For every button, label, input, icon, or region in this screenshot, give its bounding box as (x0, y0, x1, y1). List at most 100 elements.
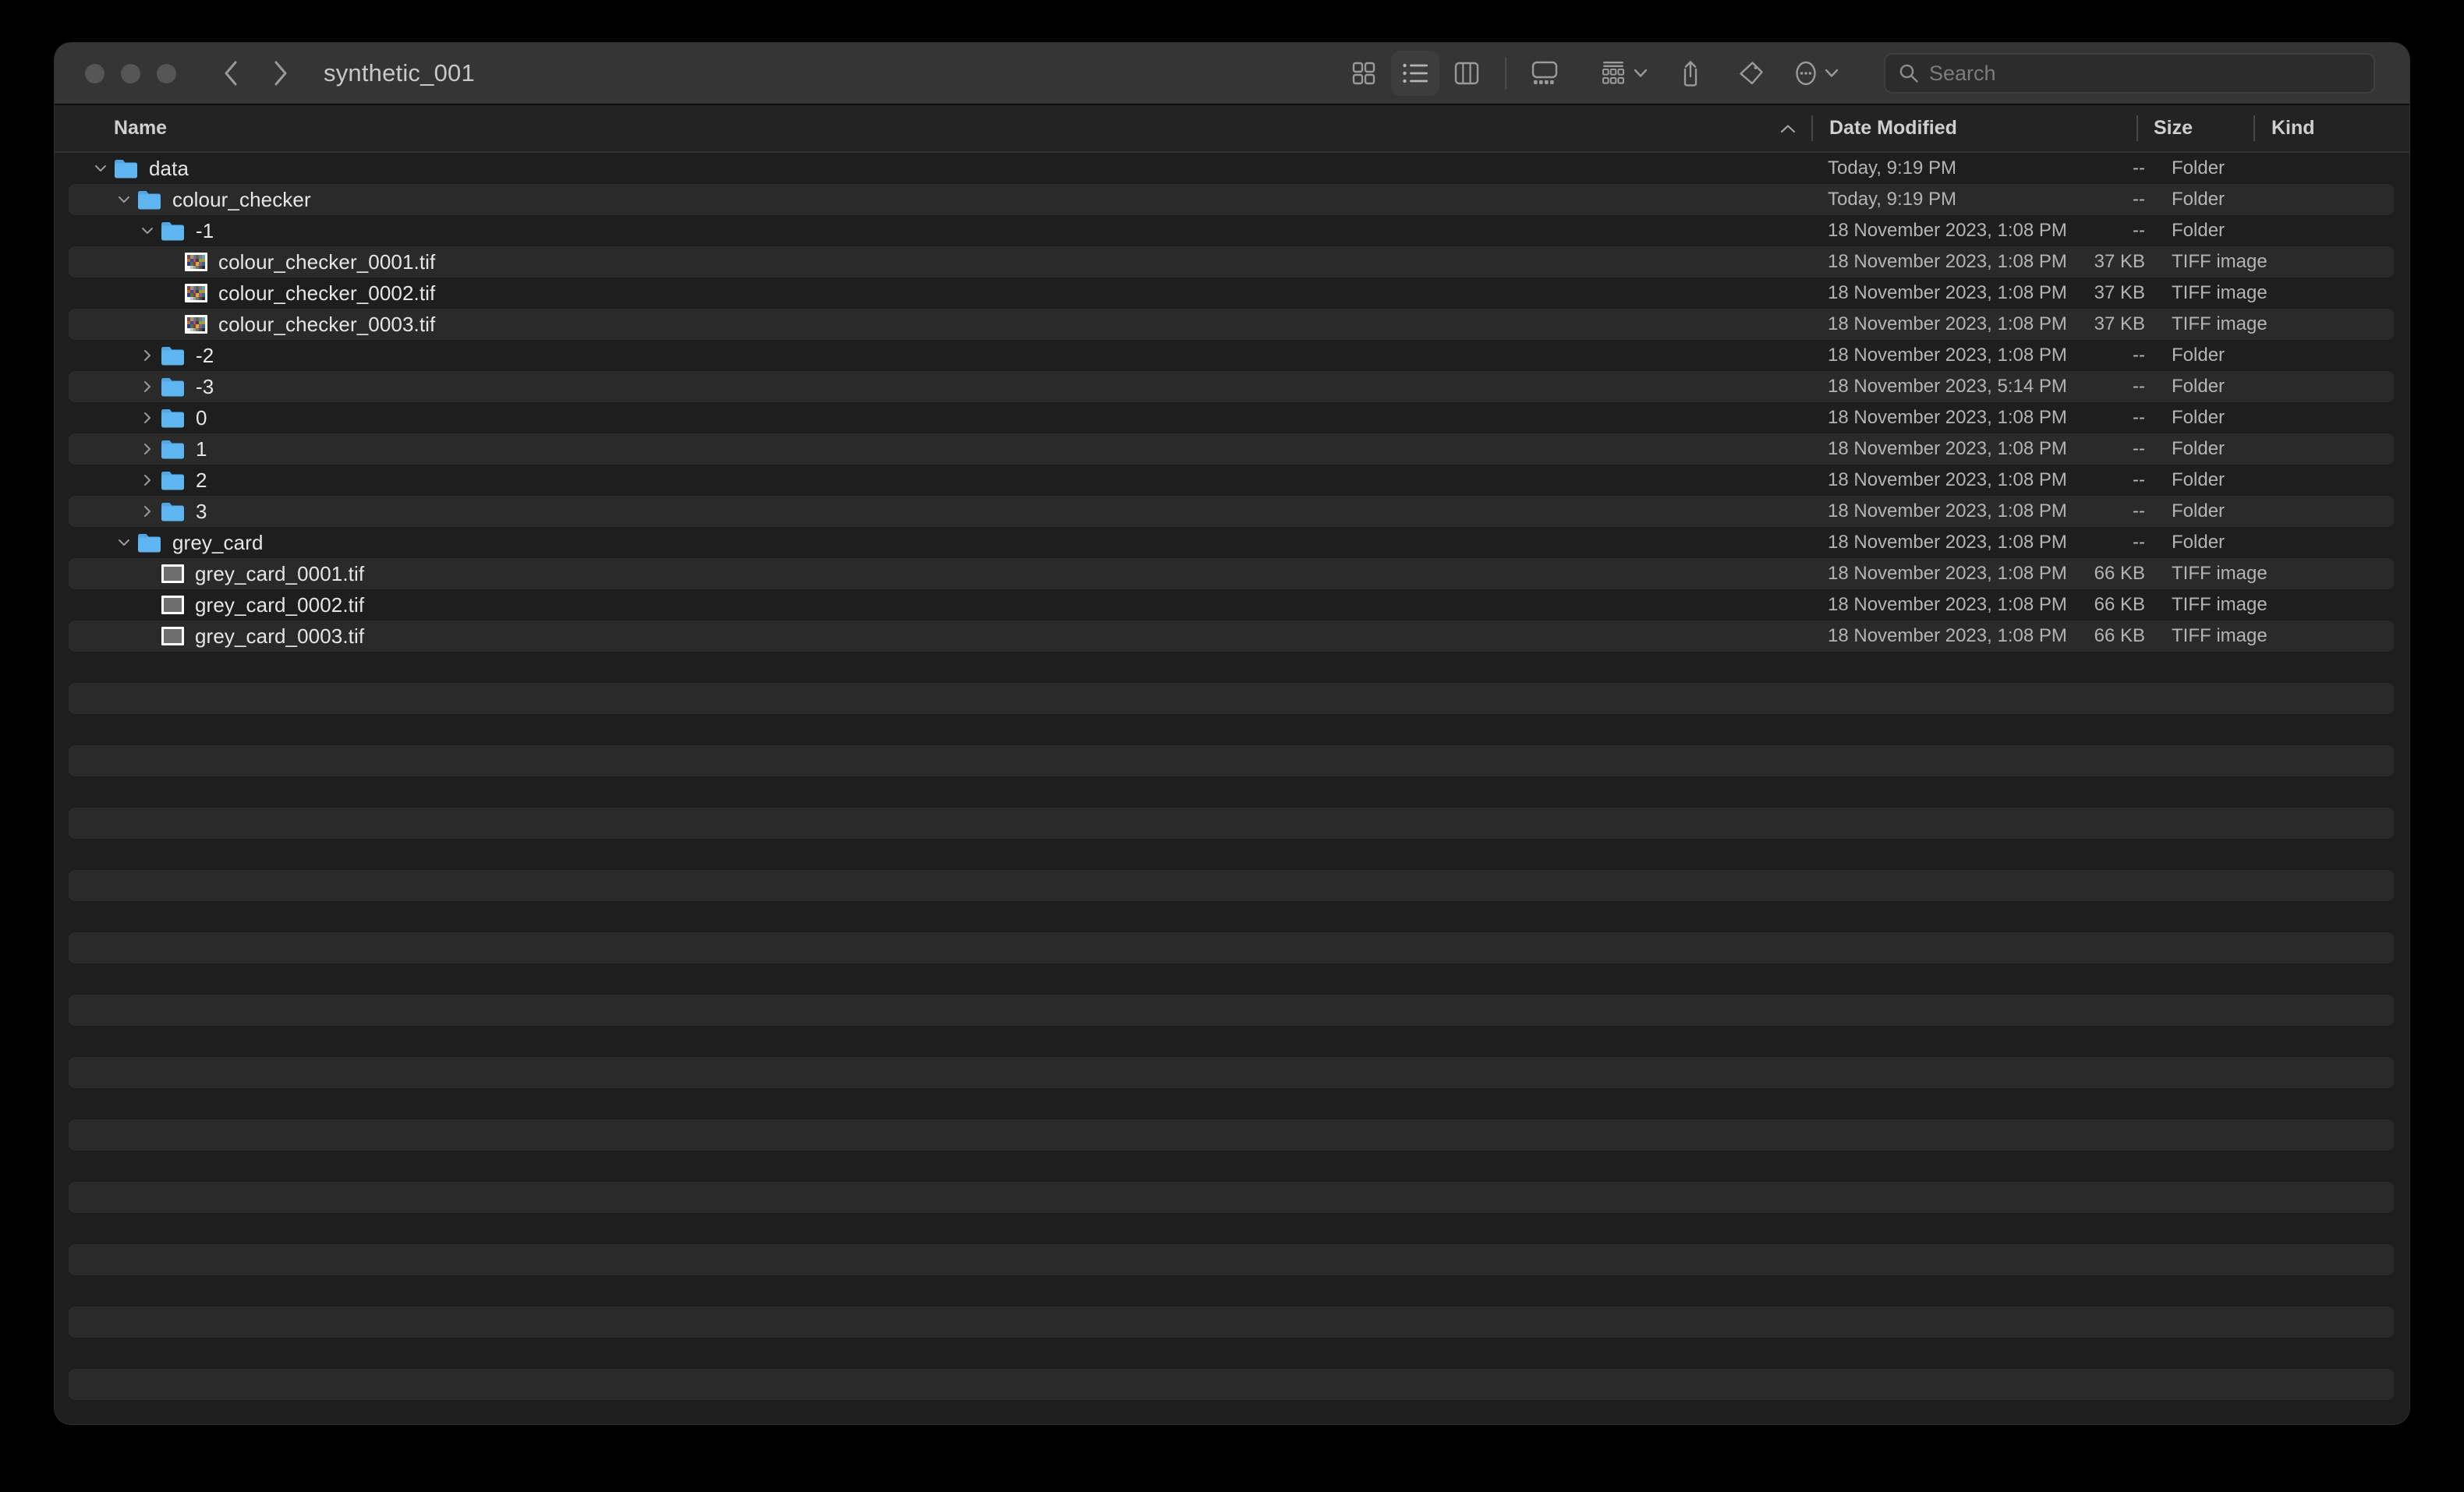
empty-row[interactable] (69, 932, 2394, 963)
file-name-cell[interactable]: data (90, 153, 189, 184)
file-row[interactable]: colour_checkerToday, 9:19 PM--Folder (69, 184, 2394, 215)
file-name-cell[interactable]: colour_checker (114, 184, 311, 215)
empty-row[interactable] (69, 1182, 2394, 1213)
empty-row[interactable] (69, 1151, 2394, 1182)
more-actions-button[interactable] (1788, 51, 1845, 96)
empty-row[interactable] (69, 808, 2394, 839)
empty-row[interactable] (69, 1306, 2394, 1338)
column-header-name[interactable]: Name (114, 105, 167, 151)
file-name-cell[interactable]: colour_checker_0001.tif (161, 246, 435, 278)
empty-row[interactable] (69, 1400, 2394, 1424)
file-row[interactable]: 218 November 2023, 1:08 PM--Folder (69, 465, 2394, 496)
file-row[interactable]: colour_checker_0003.tif18 November 2023,… (69, 309, 2394, 340)
share-icon (1680, 60, 1701, 87)
disclosure-chevron-down-icon[interactable] (114, 527, 134, 558)
file-name-cell[interactable]: 2 (137, 465, 207, 496)
empty-row[interactable] (69, 901, 2394, 932)
empty-row[interactable] (69, 1057, 2394, 1088)
empty-row[interactable] (69, 1026, 2394, 1057)
file-name-cell[interactable]: 1 (137, 433, 207, 465)
disclosure-chevron-right-icon[interactable] (137, 465, 158, 496)
disclosure-chevron-down-icon[interactable] (114, 184, 134, 215)
back-button[interactable] (221, 60, 241, 87)
file-row[interactable]: grey_card_0003.tif18 November 2023, 1:08… (69, 620, 2394, 652)
disclosure-chevron-right-icon[interactable] (137, 340, 158, 371)
file-row[interactable]: grey_card_0001.tif18 November 2023, 1:08… (69, 558, 2394, 589)
column-header-date-modified[interactable]: Date Modified (1829, 105, 1957, 151)
search-field[interactable]: Search (1884, 53, 2375, 94)
minimize-button[interactable] (121, 64, 140, 83)
file-row[interactable]: grey_card18 November 2023, 1:08 PM--Fold… (69, 527, 2394, 558)
column-separator-2[interactable] (2137, 115, 2138, 141)
file-name-label: 3 (196, 500, 207, 524)
empty-row[interactable] (69, 714, 2394, 745)
file-name-cell[interactable]: grey_card_0001.tif (137, 558, 364, 589)
empty-row[interactable] (69, 776, 2394, 808)
folder-icon (114, 158, 138, 179)
size-cell: -- (2022, 465, 2145, 496)
file-row[interactable]: dataToday, 9:19 PM--Folder (69, 153, 2394, 184)
file-row[interactable]: -318 November 2023, 5:14 PM--Folder (69, 371, 2394, 402)
file-row[interactable]: -118 November 2023, 1:08 PM--Folder (69, 215, 2394, 246)
tags-button[interactable] (1727, 51, 1775, 96)
column-header-kind[interactable]: Kind (2271, 105, 2315, 151)
icon-view-button[interactable] (1340, 51, 1388, 96)
file-name-cell[interactable]: grey_card (114, 527, 264, 558)
file-row[interactable]: 018 November 2023, 1:08 PM--Folder (69, 402, 2394, 433)
file-row[interactable]: colour_checker_0002.tif18 November 2023,… (69, 278, 2394, 309)
column-separator-3[interactable] (2253, 115, 2255, 141)
disclosure-chevron-right-icon[interactable] (137, 402, 158, 433)
file-name-cell[interactable]: -3 (137, 371, 214, 402)
file-name-cell[interactable]: colour_checker_0002.tif (161, 278, 435, 309)
empty-row[interactable] (69, 1369, 2394, 1400)
file-name-cell[interactable]: colour_checker_0003.tif (161, 309, 435, 340)
close-button[interactable] (85, 64, 104, 83)
empty-row[interactable] (69, 1338, 2394, 1369)
forward-button[interactable] (271, 60, 291, 87)
kind-cell: Folder (2172, 496, 2225, 527)
empty-row[interactable] (69, 1275, 2394, 1306)
gallery-view-button[interactable] (1521, 51, 1569, 96)
file-name-cell[interactable]: -1 (137, 215, 214, 246)
column-separator-1[interactable] (1811, 115, 1813, 141)
file-name-cell[interactable]: 0 (137, 402, 207, 433)
zoom-button[interactable] (157, 64, 176, 83)
grey-card-thumbnail-icon (161, 596, 184, 614)
disclosure-chevron-down-icon[interactable] (90, 153, 111, 184)
column-view-button[interactable] (1443, 51, 1491, 96)
empty-row[interactable] (69, 1213, 2394, 1244)
disclosure-chevron-right-icon[interactable] (137, 433, 158, 465)
disclosure-chevron-right-icon[interactable] (137, 371, 158, 402)
file-name-cell[interactable]: -2 (137, 340, 214, 371)
file-row[interactable]: 118 November 2023, 1:08 PM--Folder (69, 433, 2394, 465)
empty-row[interactable] (69, 1244, 2394, 1275)
empty-row[interactable] (69, 963, 2394, 995)
empty-row[interactable] (69, 683, 2394, 714)
kind-cell: Folder (2172, 340, 2225, 371)
file-row[interactable]: grey_card_0002.tif18 November 2023, 1:08… (69, 589, 2394, 620)
disclosure-chevron-right-icon[interactable] (137, 496, 158, 527)
file-name-label: 0 (196, 406, 207, 430)
empty-row[interactable] (69, 1119, 2394, 1151)
file-row[interactable]: 318 November 2023, 1:08 PM--Folder (69, 496, 2394, 527)
kind-cell: Folder (2172, 153, 2225, 184)
size-cell: -- (2022, 433, 2145, 465)
file-row[interactable]: colour_checker_0001.tif18 November 2023,… (69, 246, 2394, 278)
empty-row[interactable] (69, 839, 2394, 870)
file-name-cell[interactable]: 3 (137, 496, 207, 527)
file-list[interactable]: dataToday, 9:19 PM--Foldercolour_checker… (55, 153, 2409, 1424)
file-name-cell[interactable]: grey_card_0002.tif (137, 589, 364, 620)
empty-row[interactable] (69, 1088, 2394, 1119)
group-by-button[interactable] (1595, 51, 1654, 96)
file-name-cell[interactable]: grey_card_0003.tif (137, 620, 364, 652)
column-header-size[interactable]: Size (2154, 105, 2193, 151)
file-row[interactable]: -218 November 2023, 1:08 PM--Folder (69, 340, 2394, 371)
list-view-button[interactable] (1391, 51, 1439, 96)
empty-row[interactable] (69, 870, 2394, 901)
disclosure-chevron-down-icon[interactable] (137, 215, 158, 246)
empty-row[interactable] (69, 745, 2394, 776)
empty-row[interactable] (69, 995, 2394, 1026)
share-button[interactable] (1666, 51, 1715, 96)
size-cell: -- (2022, 496, 2145, 527)
empty-row[interactable] (69, 652, 2394, 683)
